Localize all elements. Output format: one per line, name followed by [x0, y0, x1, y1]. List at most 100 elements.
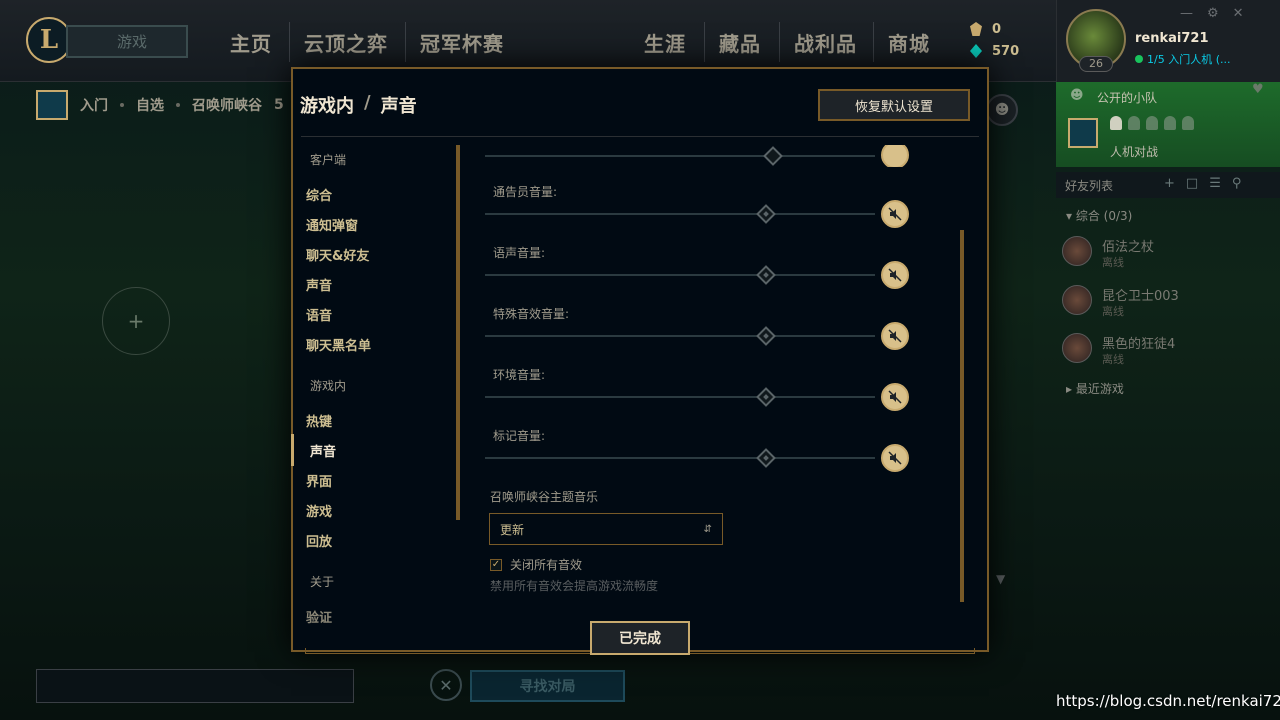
title-page: 声音	[380, 96, 417, 117]
sidebar-scrollbar[interactable]	[456, 145, 460, 520]
breadcrumb-item: 自选	[136, 98, 164, 114]
mute-icon[interactable]	[881, 145, 909, 167]
invite-player-button[interactable]: +	[102, 287, 170, 355]
slider-handle[interactable]	[763, 146, 783, 166]
muted-speaker-icon[interactable]	[881, 261, 909, 289]
theme-music-select[interactable]: 更新 ⇵	[489, 513, 723, 545]
status-text[interactable]: 1/5 入门人机 (...	[1135, 51, 1245, 67]
friend-list-title: 好友列表	[1065, 179, 1114, 193]
friend-status: 离线	[1102, 256, 1124, 269]
slider-track[interactable]	[485, 213, 875, 215]
nav-divider	[779, 22, 780, 62]
party-mode: 人机对战	[1110, 145, 1159, 159]
notification-bell-icon[interactable]: ♥	[1252, 82, 1264, 97]
muted-speaker-icon[interactable]	[881, 322, 909, 350]
nav-divider	[405, 22, 406, 62]
chat-input[interactable]	[36, 669, 354, 703]
breadcrumb-item: 召唤师峡谷	[192, 98, 262, 114]
volume-label: 标记音量:	[493, 429, 546, 443]
party-empty-slot[interactable]	[1128, 116, 1140, 130]
sidebar-item-blocklist[interactable]: 聊天黑名单	[306, 335, 371, 354]
friend-status: 离线	[1102, 353, 1124, 366]
sidebar-item-verification[interactable]: 验证	[306, 607, 332, 626]
muted-speaker-icon[interactable]	[881, 444, 909, 472]
breadcrumb: 入门 自选 召唤师峡谷 5	[36, 90, 284, 120]
disable-sounds-hint: 禁用所有音效会提高游戏流畅度	[490, 579, 659, 593]
slider-handle[interactable]	[756, 204, 776, 224]
muted-speaker-icon[interactable]	[881, 383, 909, 411]
be-balance: 570	[970, 40, 1030, 62]
volume-row: 环境音量:	[485, 366, 915, 418]
settings-gear-icon[interactable]: ⚙	[1207, 6, 1219, 21]
theme-music-value: 更新	[500, 522, 525, 537]
sidebar-item-client-sound[interactable]: 声音	[306, 275, 332, 294]
chevron-down-icon[interactable]: ▼	[996, 572, 1005, 586]
search-icon[interactable]: ⚲	[1232, 176, 1242, 191]
nav-collection[interactable]: 藏品	[719, 20, 761, 64]
party-empty-slot[interactable]	[1182, 116, 1194, 130]
nav-store[interactable]: 商城	[888, 20, 930, 64]
volume-row: 语声音量:	[485, 244, 915, 296]
title-section: 游戏内	[300, 96, 354, 117]
sidebar-item-general[interactable]: 综合	[306, 185, 332, 204]
friend-group-general[interactable]: ▾ 综合 (0/3)	[1066, 207, 1132, 224]
muted-speaker-icon[interactable]	[881, 200, 909, 228]
volume-row: 标记音量:	[485, 427, 915, 479]
restore-defaults-button[interactable]: 恢复默认设置	[818, 89, 970, 121]
slider-track[interactable]	[485, 457, 875, 459]
nav-divider	[704, 22, 705, 62]
nav-home[interactable]: 主页	[230, 20, 272, 64]
slider-handle[interactable]	[756, 326, 776, 346]
sidebar-item-hotkeys[interactable]: 热键	[306, 411, 332, 430]
level-badge: 26	[1079, 56, 1113, 72]
slider-track[interactable]	[485, 396, 875, 398]
sidebar-item-sound[interactable]: 声音	[310, 441, 336, 460]
party-empty-slot[interactable]	[1164, 116, 1176, 130]
breadcrumb-separator	[120, 103, 124, 107]
rp-balance: 0	[970, 18, 1030, 40]
nav-divider	[873, 22, 874, 62]
checkbox-checked-icon[interactable]: ✓	[490, 558, 502, 571]
slider-handle[interactable]	[756, 265, 776, 285]
party-empty-slot[interactable]	[1146, 116, 1158, 130]
nav-profile[interactable]: 生涯	[644, 20, 686, 64]
sidebar-item-replays[interactable]: 回放	[306, 531, 332, 550]
cancel-queue-button[interactable]: ✕	[430, 669, 462, 701]
disable-all-sounds-checkbox[interactable]: ✓ 关闭所有音效	[490, 556, 582, 573]
sidebar-section-about: 关于	[310, 575, 335, 589]
minimize-icon[interactable]: —	[1180, 6, 1193, 21]
content-scrollbar[interactable]	[960, 230, 964, 602]
add-friend-icon[interactable]: +	[1164, 176, 1175, 191]
friend-item[interactable]: 佰法之杖 离线	[1062, 236, 1272, 280]
nav-clash[interactable]: 冠军杯赛	[420, 20, 504, 64]
slider-track[interactable]	[485, 335, 875, 337]
volume-label: 通告员音量:	[493, 185, 558, 199]
sidebar-item-game[interactable]: 游戏	[306, 501, 332, 520]
done-button[interactable]: 已完成	[590, 621, 690, 655]
party-invite-icon[interactable]: ☻	[986, 94, 1018, 126]
slider-handle[interactable]	[756, 387, 776, 407]
sidebar-item-chat-friends[interactable]: 聊天&好友	[306, 245, 369, 264]
currency-panel[interactable]: 0 570	[970, 18, 1030, 62]
slider-handle[interactable]	[756, 448, 776, 468]
party-title: 公开的小队	[1097, 91, 1158, 105]
sidebar-item-voice[interactable]: 语音	[306, 305, 332, 324]
nav-tft[interactable]: 云顶之弈	[304, 20, 388, 64]
sidebar-item-interface[interactable]: 界面	[306, 471, 332, 490]
friend-item[interactable]: 昆仑卫士003 离线	[1062, 285, 1272, 329]
friend-avatar	[1062, 333, 1092, 363]
find-match-button[interactable]: 寻找对局	[470, 670, 625, 702]
friend-item[interactable]: 黑色的狂徒4 离线	[1062, 333, 1272, 377]
nav-loot[interactable]: 战利品	[794, 20, 857, 64]
close-icon[interactable]: ✕	[1233, 6, 1244, 21]
add-folder-icon[interactable]: □	[1186, 176, 1198, 191]
list-view-icon[interactable]: ☰	[1209, 176, 1221, 191]
play-button[interactable]: 游戏	[66, 25, 188, 58]
blue-essence-icon	[970, 44, 982, 58]
queue-mode-icon	[36, 90, 68, 120]
modal-divider	[301, 136, 979, 137]
sidebar-item-notifications[interactable]: 通知弹窗	[306, 215, 358, 234]
slider-track[interactable]	[485, 274, 875, 276]
recent-games-group[interactable]: ▸ 最近游戏	[1066, 380, 1124, 397]
friend-name: 佰法之杖	[1102, 240, 1155, 255]
